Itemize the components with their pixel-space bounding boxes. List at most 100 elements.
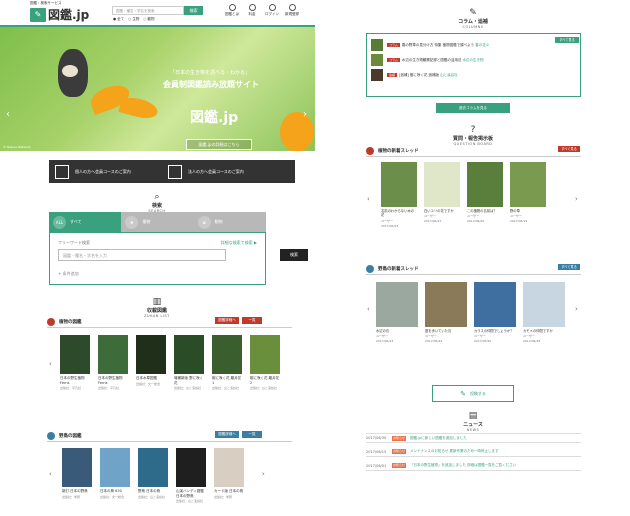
book-card[interactable]: 日本水草図鑑 出版社：文一総合 [136, 335, 166, 390]
tab-plant[interactable]: ♣ 植物 [121, 212, 194, 232]
hero-detail-button[interactable]: 図鑑.jpの詳細はこちら [186, 139, 252, 150]
post-button[interactable]: ✎ 投稿する [432, 385, 514, 402]
search-radios: ● 全て ○ 生物 ○ 動物 [113, 17, 155, 21]
right-column: ✎ コラム・追補 COLUMNS すべて見る コラム 春の野草の見分け方 特集 植… [364, 0, 582, 516]
column-item[interactable]: コラム 春の野草の見分け方 特集 植物図鑑で調べよう 春の花々 [371, 39, 489, 51]
news-heading: ▤ ニュース NEWS [450, 411, 496, 432]
plant-zukan-list-button[interactable]: 一覧 [242, 317, 262, 324]
thread-card[interactable]: 水辺の鳥 ユーザー 2017/06/23 [376, 282, 418, 343]
bird-thread-prev[interactable]: ‹ [367, 305, 370, 313]
hero-prev-arrow[interactable]: ‹ [6, 109, 10, 120]
pencil-icon: ✎ [460, 389, 466, 398]
book-card[interactable]: 増補新版 野に咲く花 出版社：山と溪谷社 [174, 335, 204, 390]
radio-animal[interactable]: ○ 動物 [143, 17, 154, 21]
book-card[interactable]: 日本の野生植物 Ferns 出版社：平凡社 [98, 335, 128, 390]
radio-all[interactable]: ● 全て [113, 17, 124, 21]
plant-category-icon [47, 317, 55, 326]
hero-banner: ‹ › 「日本の生き物を調べる・わかる」 会員制図鑑読み放題サイト 図鑑.jp … [0, 27, 315, 151]
person-icon [55, 164, 69, 179]
search-heading: ⌕ 検索 SEARCH [137, 192, 177, 213]
column-more-button[interactable]: すべて見る [555, 37, 579, 43]
price-icon[interactable]: 料金 [245, 4, 259, 16]
bird-category-icon [366, 264, 374, 273]
hero-title: 会員制図鑑読み放題サイト [163, 80, 259, 89]
wild-book-row: 新訂 日本の野鳥 出版社：学研 日本の鳥 630 出版社：文一総合 野鳥 日本の鳥出… [62, 448, 244, 503]
bird-thread-header: 野鳥の新着スレッド [366, 263, 581, 275]
plant-thread-prev[interactable]: ‹ [367, 195, 370, 203]
header-search-input[interactable]: 図鑑・種名・学名を検索 [112, 6, 184, 15]
hero-credit: © Nature Network [3, 145, 31, 149]
column-heading: ✎ コラム・追補 COLUMNS [450, 8, 496, 29]
wild-prev-arrow[interactable]: ‹ [49, 470, 52, 478]
thread-card[interactable]: カモメの仲間ですか ユーザー 2017/06/18 [523, 282, 565, 343]
site-logo[interactable]: ✎ 図鑑.jp [30, 6, 89, 23]
guide-corporate[interactable]: 法人の方へ会員コースのご案内 [162, 160, 295, 183]
thread-card[interactable]: 白いユリの花ですか ユーザー 2017/06/21 [424, 162, 460, 228]
keyword-input[interactable]: 図鑑・種名・学名を入力 [58, 249, 226, 261]
left-column: 図鑑・検索サービス ✎ 図鑑.jp 図鑑・種名・学名を検索 検索 ● 全て ○ … [0, 0, 315, 516]
tab-all[interactable]: ALL すべて [49, 212, 122, 232]
column-item[interactable]: コラム 水辺の生き物観察記録と図鑑の活用法 水辺の生き物 [371, 54, 484, 66]
bird-thread-more[interactable]: すべて見る [558, 264, 580, 270]
thread-card[interactable]: この植物の名前は？ ユーザー 2017/06/20 [467, 162, 503, 228]
add-condition[interactable]: + 条件追加 [58, 271, 79, 277]
wild-category-icon [47, 431, 55, 440]
book-card[interactable]: 日本の鳥 630 出版社：文一総合 [100, 448, 130, 503]
plant-book-row: 日本の野生植物 Ferns 出版社：平凡社 日本の野生植物 Ferns 出版社：平凡… [60, 335, 280, 390]
search-submit-button[interactable]: 検索 [280, 249, 308, 261]
search-tabs: ALL すべて ♣ 植物 ✿ 動物 [49, 212, 266, 232]
book-card[interactable]: 樹に咲く花 離弁花1 出版社：山と溪谷社 [212, 335, 242, 390]
plant-thread-row: 名前のわからない木の花 ユーザー 2017/06/23 白いユリの花ですか ユーザー 2… [381, 162, 546, 228]
plant-thread-more[interactable]: すべて見る [558, 146, 580, 152]
column-thumb [371, 69, 383, 81]
search-box: フリーワード検索 詳細な検索で検索 ▶ 図鑑・種名・学名を入力 検索 + 条件追… [49, 232, 308, 285]
book-card[interactable]: 野鳥 日本の鳥 出版社：山と溪谷社 [138, 448, 168, 503]
header-icons: 図鑑とは 料金 ログイン 新規登録 [225, 4, 299, 16]
site-header: 図鑑・検索サービス ✎ 図鑑.jp 図鑑・種名・学名を検索 検索 ● 全て ○ … [0, 0, 315, 27]
thread-card[interactable]: 庭を歩いていた鳥 ユーザー 2017/06/22 [425, 282, 467, 343]
book-card[interactable]: 山溪ハンディ図鑑 日本の野鳥 出版社：山と溪谷社 [176, 448, 206, 503]
plant-category-icon [366, 146, 374, 155]
animal-icon: ✿ [197, 215, 211, 229]
news-item[interactable]: 2017/06/01 お知らせ 「日本の野生植物」を追加しました 詳細は図鑑一覧をご… [366, 461, 581, 471]
wild-next-arrow[interactable]: › [262, 470, 265, 478]
logo-text: 図鑑.jp [48, 8, 90, 22]
register-icon[interactable]: 新規登録 [285, 4, 299, 16]
thread-card[interactable]: 野の草 ユーザー 2017/06/19 [510, 162, 546, 228]
plant-prev-arrow[interactable]: ‹ [49, 360, 52, 368]
qa-heading: ? 質問・報告掲示板 QUESTION BOARD [444, 125, 502, 146]
news-item[interactable]: 2017/06/15 お知らせ メンテナンスのお知らせ 更新作業のため一時停止します [366, 447, 581, 457]
book-card[interactable]: カード版 日本の鳥 出版社：学研 [214, 448, 244, 503]
pen-icon: ✎ [469, 8, 477, 18]
wild-zukan-list-button[interactable]: 一覧 [242, 431, 262, 438]
plant-thread-next[interactable]: › [575, 195, 578, 203]
leaf-icon: ♣ [125, 215, 139, 229]
keyword-label: フリーワード検索 [58, 240, 90, 245]
question-icon: ? [470, 125, 476, 135]
about-icon[interactable]: 図鑑とは [225, 4, 239, 16]
thread-card[interactable]: カラスの仲間でしょうか？ ユーザー 2017/06/20 [474, 282, 516, 343]
tab-animal[interactable]: ✿ 動物 [193, 212, 266, 232]
logo-mark-icon: ✎ [30, 7, 46, 22]
book-card[interactable]: 樹に咲く花 離弁花2 出版社：山と溪谷社 [250, 335, 280, 390]
header-search-button[interactable]: 検索 [184, 6, 203, 15]
column-box: すべて見る コラム 春の野草の見分け方 特集 植物図鑑で調べよう 春の花々 コラム… [366, 33, 581, 97]
column-item[interactable]: 追補 [追補] 樹に咲く花 追補版 山と溪谷社 [371, 69, 458, 81]
wild-zukan-detail-button[interactable]: 図鑑詳細へ [215, 431, 239, 438]
radio-plant[interactable]: ○ 生物 [128, 17, 139, 21]
book-card[interactable]: 新訂 日本の野鳥 出版社：学研 [62, 448, 92, 503]
news-item[interactable]: 2017/06/30 お知らせ 図鑑.jpに新しい図鑑を追加しました [366, 433, 581, 443]
advanced-search-link[interactable]: 詳細な検索で検索 ▶ [221, 240, 257, 246]
search-icon: ⌕ [154, 192, 160, 202]
hero-next-arrow[interactable]: › [303, 109, 307, 120]
login-icon[interactable]: ログイン [265, 4, 279, 16]
bird-thread-next[interactable]: › [575, 305, 578, 313]
thread-card[interactable]: 名前のわからない木の花 ユーザー 2017/06/23 [381, 162, 417, 228]
header-tagline: 図鑑・検索サービス [30, 1, 62, 5]
book-card[interactable]: 日本の野生植物 Ferns 出版社：平凡社 [60, 335, 90, 390]
book-icon: ▥ [152, 297, 162, 307]
plant-thread-header: 植物の新着スレッド [366, 145, 581, 157]
plant-zukan-detail-button[interactable]: 図鑑詳細へ [215, 317, 239, 324]
past-column-button[interactable]: 過去コラムを見る [436, 103, 510, 113]
hero-logo: 図鑑.jp [190, 110, 239, 126]
